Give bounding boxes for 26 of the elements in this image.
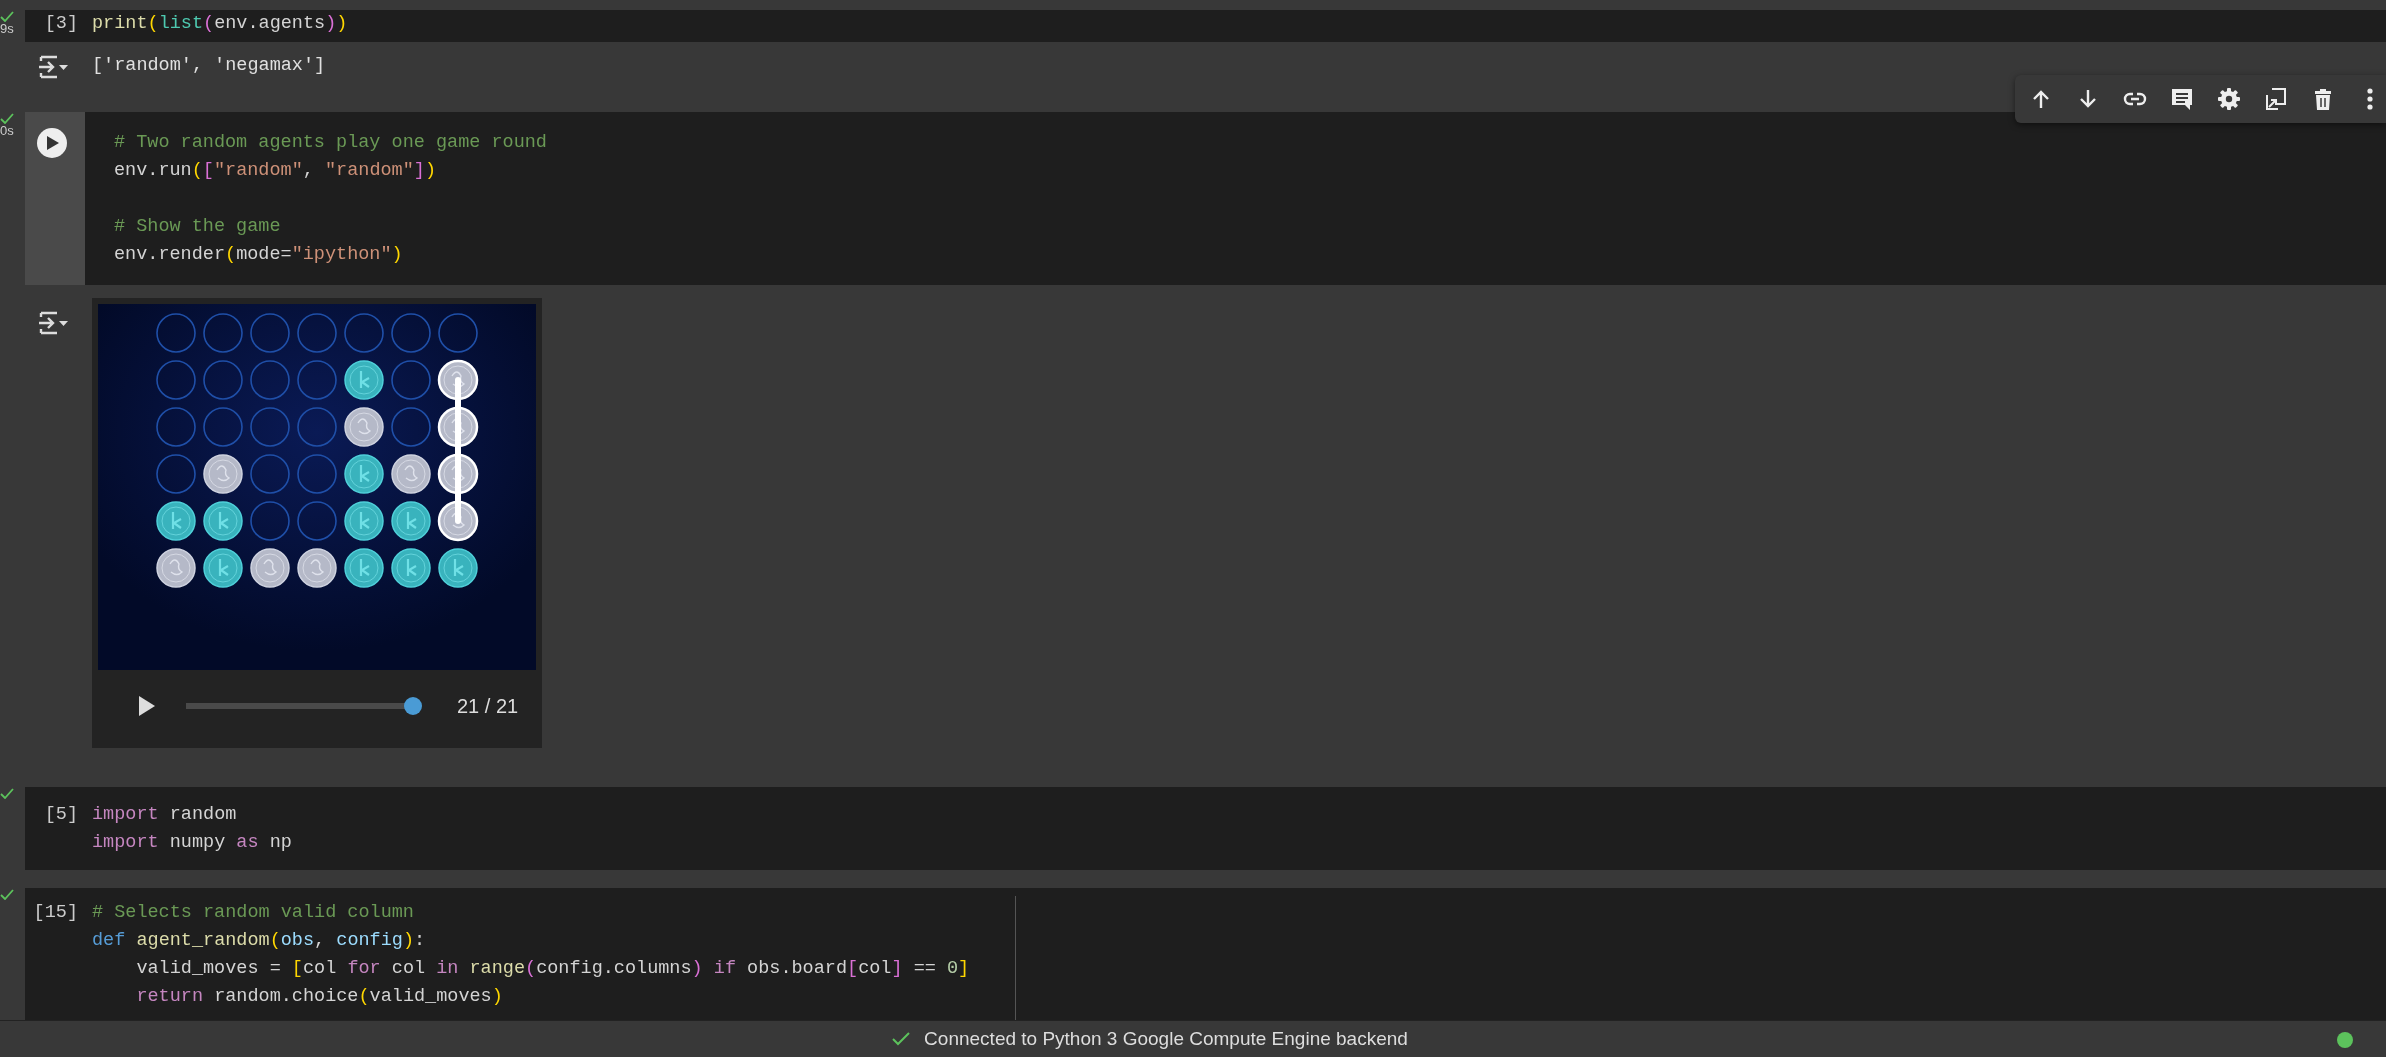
code-line: import random (92, 803, 238, 827)
code-line: return random.choice(valid_moves) (135, 985, 504, 1009)
code-line: # Selects random valid column (92, 901, 415, 925)
execution-count: [15] (33, 901, 78, 925)
execution-count: [5] (44, 803, 78, 827)
code-line: import numpy as np (92, 831, 292, 855)
code-line: env.render(mode="ipython") (114, 243, 404, 267)
run-time: 9s (0, 22, 14, 36)
code-line: # Two random agents play one game round (114, 131, 547, 155)
code-line: def agent_random(obs, config): (92, 929, 427, 953)
play-button[interactable] (138, 695, 156, 717)
slider-thumb[interactable] (404, 697, 422, 715)
code-line: env.run(["random", "random"]) (114, 159, 438, 183)
frame-counter: 21 / 21 (457, 694, 519, 719)
connection-dot (2337, 1032, 2353, 1048)
output-actions-button[interactable] (38, 54, 70, 80)
status-text: Connected to Python 3 Google Compute Engine backend (924, 1026, 1408, 1051)
output-actions-button[interactable] (38, 310, 70, 336)
play-icon[interactable] (45, 135, 59, 151)
run-time: 0s (0, 124, 14, 138)
output-text: ['random', 'negamax'] (92, 54, 326, 78)
code-line: print(list(env.agents)) (92, 12, 348, 36)
code-line: # Show the game (114, 215, 282, 239)
run-button[interactable] (37, 128, 67, 158)
execution-count: [3] (44, 12, 78, 36)
code-line: valid_moves = [col for col in range(config.columns) if obs.board[col] == 0] (135, 957, 970, 981)
